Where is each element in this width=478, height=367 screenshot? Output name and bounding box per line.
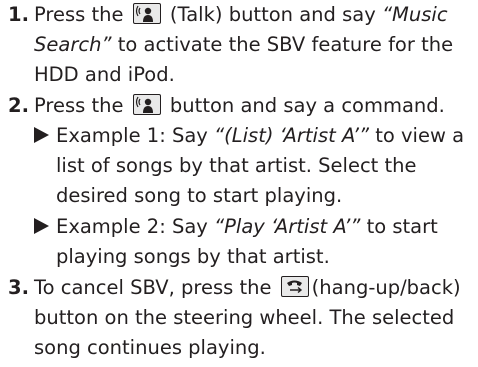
triangle-bullet-icon xyxy=(34,126,49,143)
talk-button-icon xyxy=(132,3,161,24)
example-text: list of songs by that artist. Select the xyxy=(56,154,417,177)
step-number: 1. xyxy=(8,3,29,26)
step-text: To cancel SBV, press the (hang-up/back) xyxy=(34,276,461,299)
example-text: Example 2: Say “Play ‘Artist A’” to star… xyxy=(34,212,438,242)
step-text: HDD and iPod. xyxy=(34,63,175,86)
triangle-bullet-icon xyxy=(34,217,49,234)
step-text: Search” to activate the SBV feature for … xyxy=(34,33,454,56)
hang-up-back-button-icon xyxy=(280,276,309,297)
example-text: Example 1: Say “(List) ‘Artist A’” to vi… xyxy=(34,121,464,151)
step-text: button on the steering wheel. The select… xyxy=(34,306,455,329)
example-text: playing songs by that artist. xyxy=(56,245,330,268)
step-number: 2. xyxy=(8,94,29,117)
step-text: song continues playing. xyxy=(34,336,266,359)
step-text: Press the button and say a command. xyxy=(34,94,445,117)
step-text: Press the (Talk) button and say “Music xyxy=(34,3,448,26)
step-number: 3. xyxy=(8,276,29,299)
talk-button-icon xyxy=(132,94,161,115)
example-text: desired song to start playing. xyxy=(56,184,343,207)
